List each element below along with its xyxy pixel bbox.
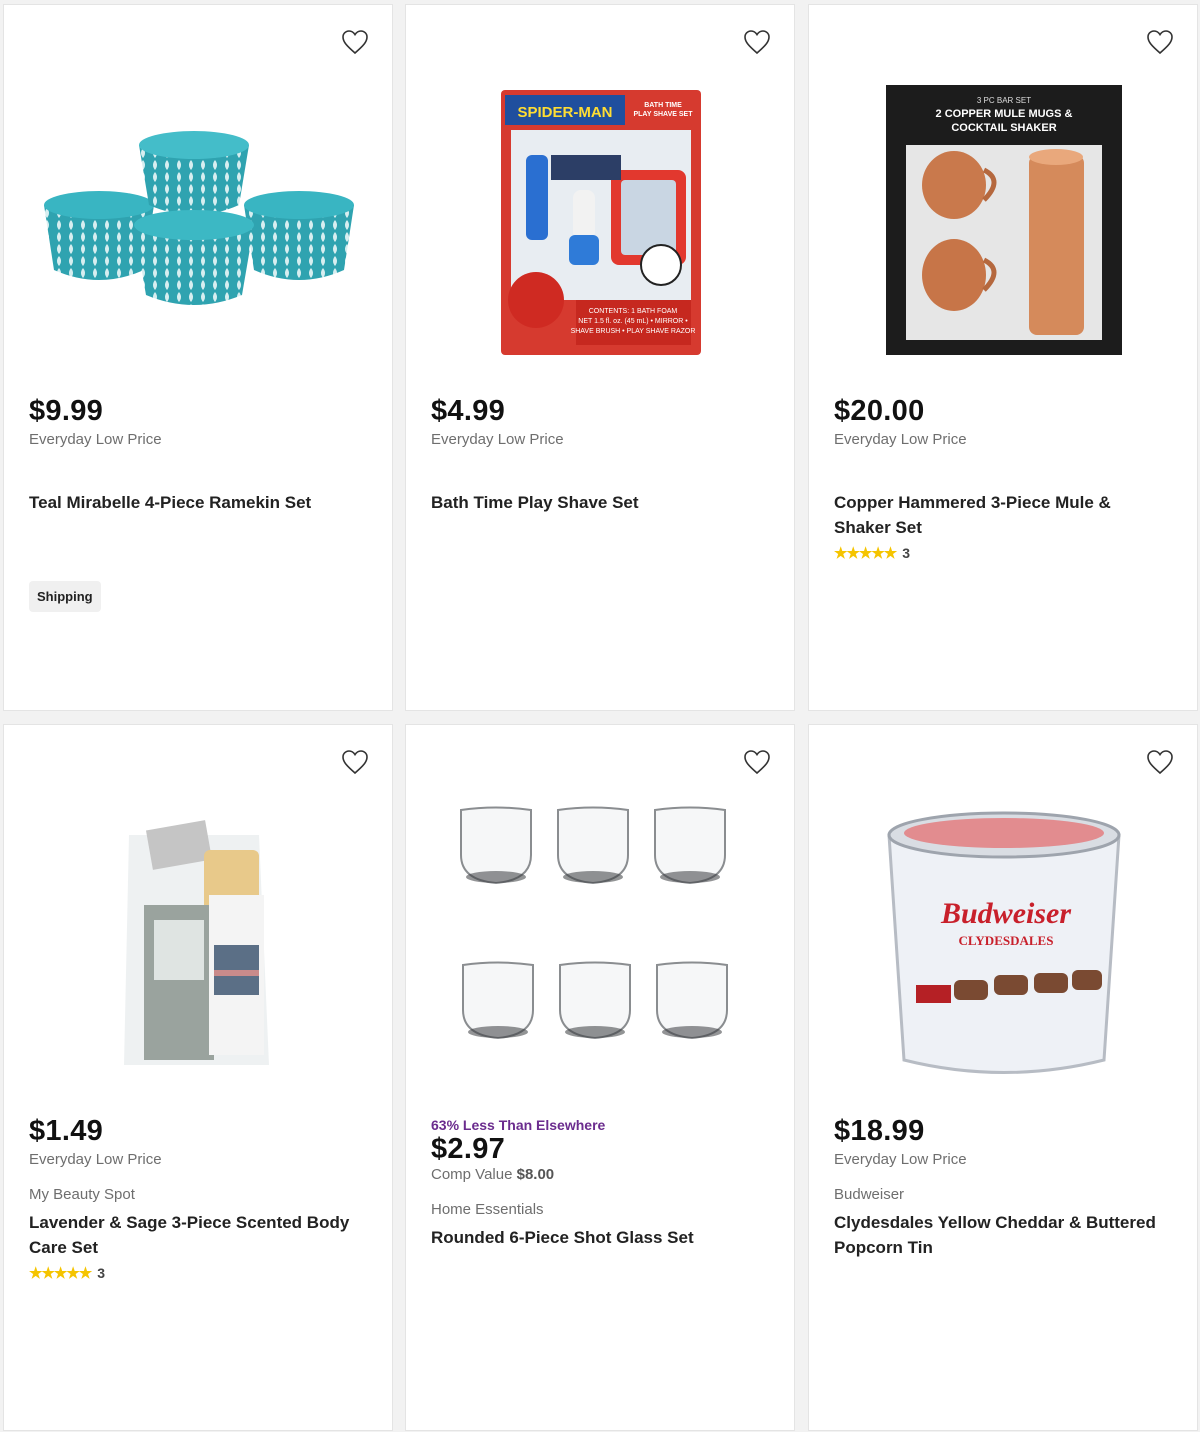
promo-label: 63% Less Than Elsewhere (431, 1117, 606, 1133)
product-grid: $9.99 Everyday Low Price Teal Mirabelle … (0, 0, 1200, 1432)
tin-sub-text: CLYDESDALES (959, 933, 1054, 948)
heart-icon[interactable] (742, 27, 772, 57)
product-price: $2.97 (431, 1133, 506, 1165)
product-brand (29, 466, 367, 484)
review-count: 3 (902, 545, 911, 561)
shipping-badge: Shipping (29, 581, 101, 612)
svg-text:NET 1.5 fl. oz. (45 mL) • MIRR: NET 1.5 fl. oz. (45 mL) • MIRROR • (578, 318, 688, 325)
product-rating[interactable]: ★★★★★ 3 (834, 544, 1172, 562)
product-title[interactable]: Lavender & Sage 3-Piece Scented Body Car… (29, 1210, 367, 1260)
box-text-line2: 2 COPPER MULE MUGS & (936, 108, 1073, 120)
svg-text:CONTENTS: 1 BATH FOAM: CONTENTS: 1 BATH FOAM (589, 308, 678, 315)
review-count: 3 (97, 1265, 106, 1281)
comp-value: Comp Value $8.00 (431, 1166, 769, 1184)
heart-icon[interactable] (1145, 27, 1175, 57)
product-price: $20.00 (834, 395, 925, 427)
product-rating[interactable]: ★★★★★ 3 (29, 1264, 367, 1282)
heart-icon[interactable] (340, 747, 370, 777)
box-brand-text: SPIDER-MAN (517, 104, 612, 121)
star-rating-icon: ★★★★★ (29, 1265, 92, 1282)
product-image-body-care[interactable] (29, 795, 369, 1095)
product-price: $18.99 (834, 1115, 925, 1147)
price-note: Everyday Low Price (431, 431, 564, 448)
price-note: Everyday Low Price (834, 1151, 967, 1168)
product-card[interactable]: SPIDER-MAN BATH TIME PLAY SHAVE SET CONT… (405, 4, 795, 711)
price-note: Everyday Low Price (834, 431, 967, 448)
product-image-popcorn-tin[interactable]: Budweiser CLYDESDALES (834, 795, 1174, 1095)
product-card[interactable]: $1.49 Everyday Low Price My Beauty Spot … (3, 724, 393, 1431)
product-brand (431, 466, 769, 484)
product-title[interactable]: Rounded 6-Piece Shot Glass Set (431, 1225, 769, 1250)
product-image-shot-glasses[interactable] (431, 795, 771, 1095)
product-image-ramekins[interactable] (29, 75, 369, 375)
heart-icon[interactable] (742, 747, 772, 777)
product-brand[interactable]: My Beauty Spot (29, 1186, 367, 1204)
product-title[interactable]: Copper Hammered 3-Piece Mule & Shaker Se… (834, 490, 1172, 540)
product-title[interactable]: Teal Mirabelle 4-Piece Ramekin Set (29, 490, 367, 515)
svg-text:SHAVE BRUSH • PLAY SHAVE RAZOR: SHAVE BRUSH • PLAY SHAVE RAZOR (571, 328, 696, 335)
comp-value-amount: $8.00 (516, 1166, 555, 1183)
product-image-shave-set[interactable]: SPIDER-MAN BATH TIME PLAY SHAVE SET CONT… (431, 75, 771, 375)
product-card[interactable]: 3 PC BAR SET 2 COPPER MULE MUGS & COCKTA… (808, 4, 1198, 711)
svg-text:PLAY SHAVE SET: PLAY SHAVE SET (633, 111, 693, 118)
product-image-copper-mugs[interactable]: 3 PC BAR SET 2 COPPER MULE MUGS & COCKTA… (834, 75, 1174, 375)
tin-logo-text: Budweiser (940, 897, 1071, 930)
product-card[interactable]: Budweiser CLYDESDALES $18.99 Everyday Lo… (808, 724, 1198, 1431)
heart-icon[interactable] (1145, 747, 1175, 777)
star-rating-icon: ★★★★★ (834, 545, 897, 562)
comp-value-label: Comp Value (431, 1166, 513, 1183)
product-title[interactable]: Clydesdales Yellow Cheddar & Buttered Po… (834, 1210, 1172, 1260)
product-price: $9.99 (29, 395, 104, 427)
product-brand[interactable]: Home Essentials (431, 1201, 769, 1219)
price-note: Everyday Low Price (29, 1151, 162, 1168)
product-brand (834, 466, 1172, 484)
product-title[interactable]: Bath Time Play Shave Set (431, 490, 769, 515)
product-price: $1.49 (29, 1115, 104, 1147)
product-card[interactable]: 63% Less Than Elsewhere $2.97 Comp Value… (405, 724, 795, 1431)
svg-text:BATH TIME: BATH TIME (644, 102, 682, 109)
heart-icon[interactable] (340, 27, 370, 57)
product-price: $4.99 (431, 395, 506, 427)
box-text-line1: 3 PC BAR SET (977, 96, 1031, 105)
product-brand[interactable]: Budweiser (834, 1186, 1172, 1204)
price-note: Everyday Low Price (29, 431, 162, 448)
box-text-line3: COCKTAIL SHAKER (951, 122, 1056, 134)
product-card[interactable]: $9.99 Everyday Low Price Teal Mirabelle … (3, 4, 393, 711)
